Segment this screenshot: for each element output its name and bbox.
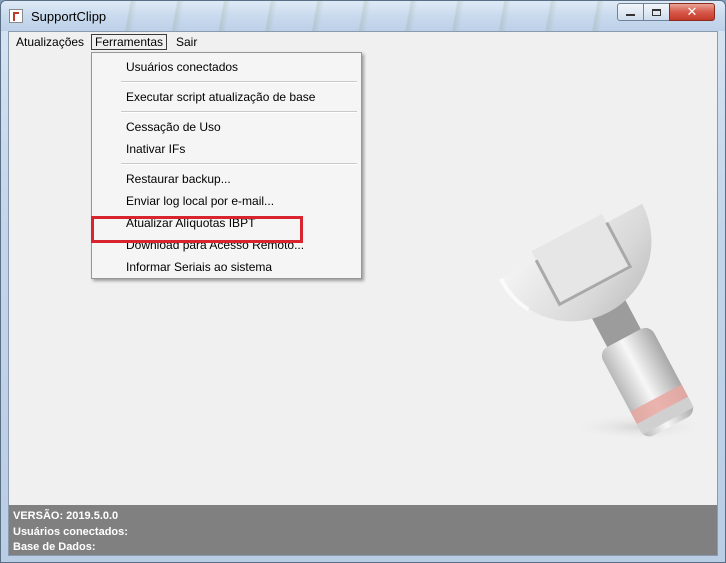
menu-item-informar-seriais[interactable]: Informar Seriais ao sistema xyxy=(126,259,272,275)
highlight-box xyxy=(91,216,303,243)
menu-item-cessacao-de-uso[interactable]: Cessação de Uso xyxy=(126,119,221,135)
close-icon: ✕ xyxy=(686,4,698,19)
menu-separator xyxy=(121,163,357,165)
wrench-icon xyxy=(499,203,709,441)
menu-separator xyxy=(121,81,357,83)
menu-item-enviar-log[interactable]: Enviar log local por e-mail... xyxy=(126,193,274,209)
menu-item-restaurar-backup[interactable]: Restaurar backup... xyxy=(126,171,231,187)
title-bar-decoration xyxy=(91,1,611,31)
ferramentas-dropdown: Usuários conectados Executar script atua… xyxy=(91,52,362,279)
client-area: Atualizações Ferramentas Sair Usuários c… xyxy=(8,31,718,556)
close-button[interactable]: ✕ xyxy=(669,3,715,21)
minimize-icon xyxy=(626,14,635,16)
app-icon[interactable] xyxy=(9,9,23,23)
menu-item-executar-script[interactable]: Executar script atualização de base xyxy=(126,89,315,105)
maximize-icon xyxy=(652,8,661,16)
status-panel: VERSÃO: 2019.5.0.0 Usuários conectados: … xyxy=(9,505,717,555)
menu-separator xyxy=(121,111,357,113)
menu-item-usuarios-conectados[interactable]: Usuários conectados xyxy=(126,59,238,75)
minimize-button[interactable] xyxy=(617,3,644,21)
maximize-button[interactable] xyxy=(643,3,670,21)
menu-bar: Atualizações Ferramentas Sair xyxy=(9,32,717,52)
menu-item-inativar-ifs[interactable]: Inativar IFs xyxy=(126,141,185,157)
users-connected-label: Usuários conectados: xyxy=(13,526,128,538)
app-window: SupportClipp ✕ Atualizações Ferramentas … xyxy=(0,0,726,563)
menu-sair[interactable]: Sair xyxy=(173,34,200,50)
title-bar[interactable]: SupportClipp ✕ xyxy=(1,1,725,31)
menu-ferramentas[interactable]: Ferramentas xyxy=(91,34,168,50)
version-label: VERSÃO: 2019.5.0.0 xyxy=(13,510,119,522)
window-title: SupportClipp xyxy=(31,9,107,24)
menu-atualizacoes[interactable]: Atualizações xyxy=(13,34,87,50)
database-label: Base de Dados: xyxy=(13,541,96,553)
